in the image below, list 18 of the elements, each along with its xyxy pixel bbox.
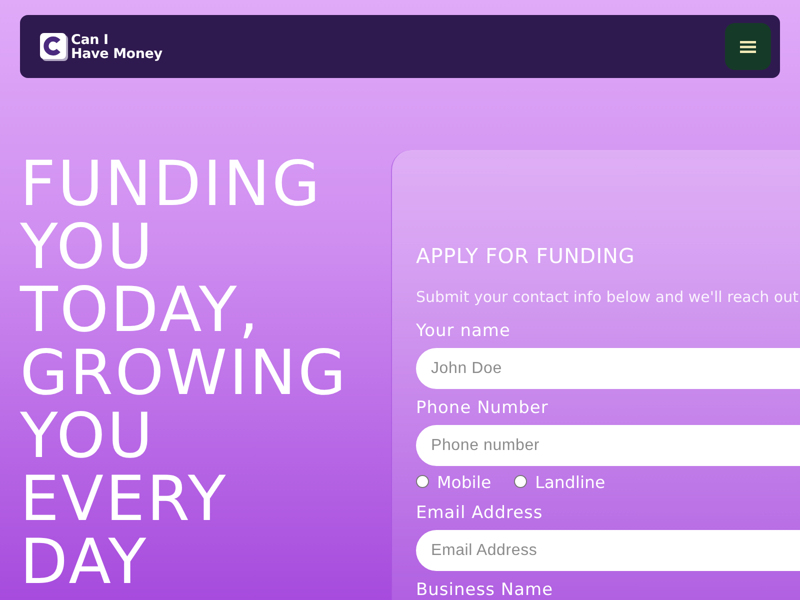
text-input[interactable]: Phone number (416, 425, 800, 466)
field-label: Your name (416, 321, 512, 341)
radio-label: Mobile (437, 473, 492, 493)
field-label: Email Address (416, 503, 544, 523)
brand-name: Can I Have Money (71, 32, 162, 60)
radio-label: Landline (535, 473, 606, 493)
text-input[interactable]: Email Address (416, 530, 800, 571)
menu-icon (740, 40, 756, 52)
menu-button[interactable] (725, 23, 771, 70)
radio-button[interactable] (514, 474, 528, 488)
radio-button[interactable] (416, 474, 429, 488)
field-label: Business Name (416, 580, 554, 600)
form-subtitle: Submit your contact info below and we'll reach out (416, 287, 800, 307)
text-input[interactable]: John Doe (416, 348, 800, 389)
logo-icon (40, 32, 68, 60)
form-title: APPLY FOR FUNDING (416, 246, 636, 266)
hero-headline: FUNDING YOU TODAY, GROWING YOU EVERY DAY (20, 152, 349, 593)
field-label: Phone Number (416, 398, 550, 418)
